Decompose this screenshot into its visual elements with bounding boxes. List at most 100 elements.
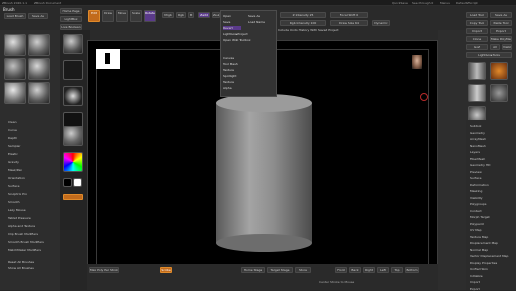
tool-subpalette-item[interactable]: NanoMesh (470, 144, 486, 148)
clone-button[interactable]: Clone (466, 36, 488, 42)
quicksave-button[interactable]: QuickSave (392, 1, 408, 5)
brush-preview-thumbnail-4[interactable] (28, 58, 50, 80)
tool-subpalette-item[interactable]: Texture Map (470, 235, 488, 239)
stroke-thumbnail[interactable] (63, 60, 83, 80)
lightbox-tools-button[interactable]: Lightbox▸Tools (466, 52, 512, 58)
tool-subpalette-item[interactable]: Morph Target (470, 215, 490, 219)
menu-item-lightbox-project[interactable]: Lightbox▸Project (223, 32, 248, 36)
tool-subpalette-item[interactable]: Surface (470, 176, 481, 180)
tool-subpalette-item[interactable]: Polygroups (470, 202, 486, 206)
visible-button[interactable]: Visible (502, 44, 512, 50)
secondary-color-swatch[interactable] (63, 178, 72, 187)
menu-item-spotlight[interactable]: Spotlight (223, 74, 236, 78)
z-intensity-slider[interactable]: Z Intensity 25 (280, 12, 326, 18)
brush-settings-item[interactable]: Sampler (8, 144, 20, 148)
tool-subpalette-item[interactable]: Vector Displacement Map (470, 254, 508, 258)
menu-item-texture-2[interactable]: Texture (223, 80, 234, 84)
brush-thumbnail[interactable] (63, 34, 83, 54)
tool-subpalette-item[interactable]: Displacement Map (470, 241, 498, 245)
brush-preview-thumbnail-6[interactable] (28, 82, 50, 104)
tool-subpalette-item[interactable]: Contact (470, 209, 482, 213)
tool-subpalette-item[interactable]: Subtool (470, 124, 481, 128)
tool-subpalette-item[interactable]: Geometry (470, 131, 485, 135)
brush-settings-item[interactable]: Smooth (8, 200, 20, 204)
rotate-button[interactable]: Rotate (144, 10, 156, 22)
brush-settings-item[interactable]: Surface (8, 184, 19, 188)
brush-settings-item[interactable]: Clean (8, 120, 17, 124)
bottom-view-button[interactable]: Bottom (405, 267, 419, 273)
menu-item-open-wiki[interactable]: Open Wiki Toolbox (223, 38, 250, 42)
brush-settings-item[interactable]: Tablet Pressure (8, 216, 31, 220)
lightbox-button[interactable]: LightBox (60, 16, 82, 22)
brush-settings-item[interactable]: Mask/Pen (8, 168, 22, 172)
menu-item-alpha[interactable]: Alpha (223, 86, 232, 90)
head-navigator-icon[interactable] (412, 55, 422, 69)
focal-shift-slider[interactable]: Focal Shift 0 (330, 12, 368, 18)
tool-thumbnail-4[interactable] (490, 84, 508, 102)
brush-settings-item[interactable]: Smooth Brush Modifiers (8, 240, 44, 244)
tool-subpalette-item[interactable]: ArrayMesh (470, 137, 486, 141)
store-button[interactable]: Store (295, 267, 311, 273)
right-view-button[interactable]: Right (363, 267, 375, 273)
brush-settings-item[interactable]: Curve (8, 128, 17, 132)
menu-item-open[interactable]: Open (223, 14, 231, 18)
brush-preview-thumbnail-2[interactable] (28, 34, 50, 56)
tool-save-as-button[interactable]: Save As (490, 12, 512, 18)
document-thumbnail[interactable] (96, 49, 120, 69)
move-button[interactable]: Move (116, 10, 128, 22)
back-view-button[interactable]: Back (349, 267, 361, 273)
rgb-intensity-slider[interactable]: Rgb Intensity 100 (280, 20, 326, 26)
copy-tool-button[interactable]: Copy Tool (466, 20, 488, 26)
goz-button[interactable]: GoZ (466, 44, 488, 50)
color-picker[interactable] (63, 152, 83, 172)
load-tool-button[interactable]: Load Tool (466, 12, 488, 18)
undo-history-checkbox[interactable]: Include Undo History With Saved Project (278, 28, 350, 34)
tool-subpalette-item[interactable]: Display Properties (470, 261, 497, 265)
load-brush-button[interactable]: Load Brush (4, 13, 26, 19)
brush-reset-item[interactable]: Reset All Brushes (8, 260, 34, 264)
brush-settings-item[interactable]: Clip Brush Modifiers (8, 232, 38, 236)
mrgb-button[interactable]: Mrgb (162, 12, 174, 18)
tool-subpalette-item[interactable]: Geometry HD (470, 163, 490, 167)
brush-settings-item[interactable]: MatchMaker Modifiers (8, 248, 41, 252)
see-through-slider[interactable]: See-through 0 (412, 1, 433, 5)
brush-preview-thumbnail-3[interactable] (4, 58, 26, 80)
brush-preview-thumbnail[interactable] (4, 34, 26, 56)
home-stage-button[interactable]: Home Stage (241, 267, 265, 273)
draw-button[interactable]: Draw (102, 10, 114, 22)
tool-subpalette-item[interactable]: FiberMesh (470, 157, 485, 161)
all-button[interactable]: All (490, 44, 500, 50)
menu-item-texture[interactable]: Texture (223, 68, 234, 72)
primary-color-swatch[interactable] (73, 178, 82, 187)
simple-brush-thumbnail[interactable] (490, 62, 508, 80)
cylinder-tool-thumbnail[interactable] (468, 62, 486, 80)
menu-item-save-as[interactable]: Save As (248, 14, 260, 18)
brush-reset-item[interactable]: Show All Brushes (8, 266, 34, 270)
m-button[interactable]: M (188, 12, 194, 18)
cylinder-model[interactable] (213, 93, 323, 253)
menu-item-tool-mesh[interactable]: Tool Mesh (223, 62, 238, 66)
brush-settings-item[interactable]: Alpha and Texture (8, 224, 35, 228)
tool-subpalette-item[interactable]: Deformation (470, 183, 489, 187)
scribe-button[interactable]: Scribe (160, 267, 172, 273)
menu-item-save[interactable]: Save (223, 20, 230, 24)
home-page-button[interactable]: Home Page (60, 8, 82, 14)
brush-settings-item[interactable]: Orientation (8, 176, 25, 180)
zadd-button[interactable]: Zadd (198, 12, 210, 18)
paste-tool-button[interactable]: Paste Tool (490, 20, 512, 26)
tool-subpalette-item[interactable]: Import (470, 280, 480, 284)
tool-subpalette-item[interactable]: Visibility (470, 196, 483, 200)
target-stage-button[interactable]: Target Stage (267, 267, 293, 273)
tool-subpalette-item[interactable]: Preview (470, 170, 482, 174)
tool-subpalette-item[interactable]: Masking (470, 189, 482, 193)
edit-button[interactable]: Edit (88, 10, 100, 22)
tool-subpalette-item[interactable]: Unified Skin (470, 267, 488, 271)
left-view-button[interactable]: Left (377, 267, 389, 273)
brush-settings-item[interactable]: Depth (8, 136, 17, 140)
menu-item-canvas[interactable]: Canvas (223, 56, 234, 60)
gizmo-icon[interactable] (420, 93, 428, 101)
brush-settings-item[interactable]: Elastic (8, 152, 18, 156)
brush-preview-thumbnail-5[interactable] (4, 82, 26, 104)
alpha-thumbnail[interactable] (63, 86, 83, 106)
front-view-button[interactable]: Front (335, 267, 347, 273)
